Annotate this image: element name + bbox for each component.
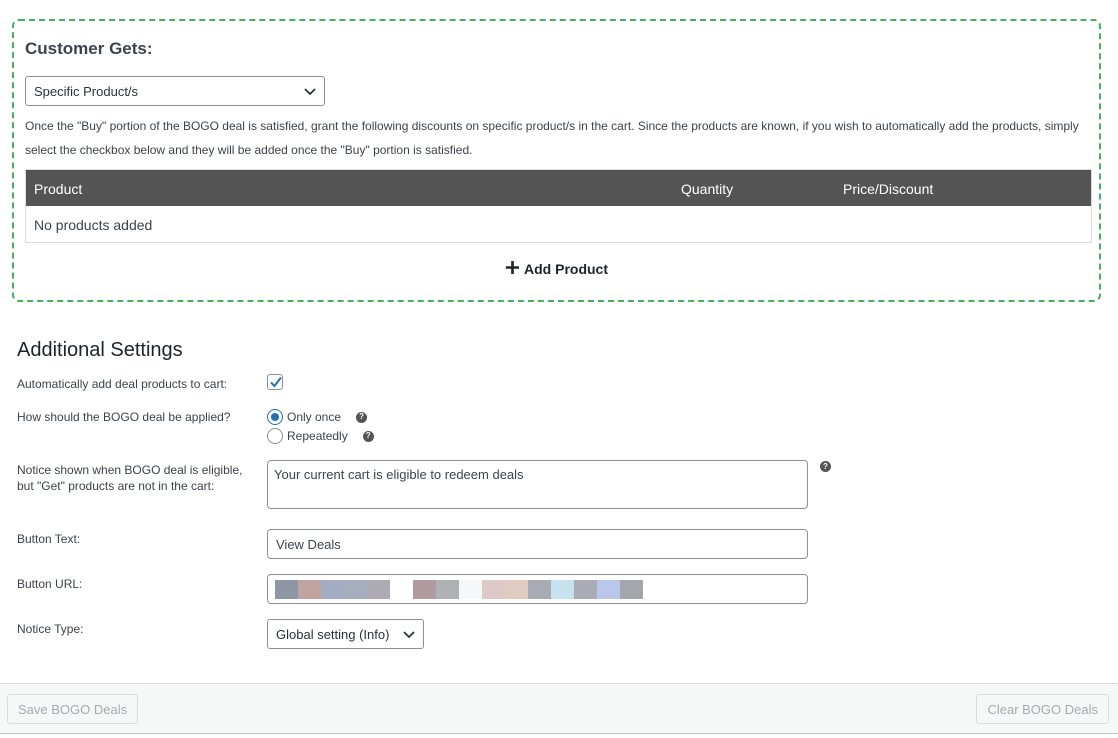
redacted-pixel-block (528, 579, 551, 599)
only-once-radio[interactable] (267, 409, 283, 425)
notice-type-value: Global setting (Info) (276, 626, 390, 642)
redacted-pixel-block (390, 579, 413, 599)
save-bogo-deals-button[interactable]: Save BOGO Deals (7, 694, 139, 724)
question-circle-icon[interactable]: ? (356, 411, 368, 423)
auto-add-checkbox[interactable] (267, 374, 283, 390)
redacted-url-value (275, 579, 643, 599)
notice-textarea[interactable]: Your current cart is eligible to redeem … (267, 460, 808, 509)
question-circle-icon[interactable]: ? (820, 461, 831, 472)
redacted-pixel-block (298, 579, 321, 599)
redacted-pixel-block (321, 579, 344, 599)
only-once-label: Only once (287, 410, 342, 424)
customer-gets-panel: Customer Gets: Specific Product/s Once t… (12, 19, 1101, 302)
redacted-pixel-block (413, 579, 436, 599)
redacted-pixel-block (551, 579, 574, 599)
footer-bar: Save BOGO Deals Clear BOGO Deals (0, 683, 1118, 734)
redacted-pixel-block (436, 579, 459, 599)
button-url-label: Button URL: (17, 577, 83, 591)
customer-gets-description: Once the "Buy" portion of the BOGO deal … (25, 119, 1079, 157)
chevron-down-icon (403, 627, 415, 642)
repeatedly-label: Repeatedly (287, 429, 348, 443)
products-empty-row: No products added (34, 217, 153, 233)
redacted-pixel-block (482, 579, 505, 599)
clear-bogo-deals-button[interactable]: Clear BOGO Deals (976, 694, 1109, 724)
redacted-pixel-block (620, 579, 643, 599)
customer-gets-type-value: Specific Product/s (34, 83, 139, 99)
add-product-button[interactable]: Add Product (506, 260, 608, 278)
redacted-pixel-block (574, 579, 597, 599)
button-text-label: Button Text: (17, 532, 81, 546)
chevron-down-icon (304, 84, 316, 99)
button-text-input[interactable] (267, 529, 808, 559)
apply-mode-option-once[interactable]: Only once ? (267, 409, 368, 425)
redacted-pixel-block (344, 579, 367, 599)
column-header-quantity: Quantity (681, 181, 734, 197)
column-header-product: Product (34, 181, 83, 197)
redacted-pixel-block (459, 579, 482, 599)
notice-type-select[interactable]: Global setting (Info) (267, 619, 424, 649)
column-header-price-discount: Price/Discount (843, 181, 934, 197)
apply-mode-label: How should the BOGO deal be applied? (17, 410, 231, 424)
customer-gets-title: Customer Gets: (25, 39, 153, 58)
redacted-pixel-block (275, 579, 298, 599)
additional-settings-title: Additional Settings (17, 339, 183, 361)
question-circle-icon[interactable]: ? (362, 430, 374, 442)
redacted-pixel-block (505, 579, 528, 599)
repeatedly-radio[interactable] (267, 428, 283, 444)
apply-mode-option-repeat[interactable]: Repeatedly ? (267, 428, 374, 444)
add-product-label: Add Product (524, 261, 608, 277)
checkmark-icon (270, 376, 282, 388)
products-table-header: Product Quantity Price/Discount (26, 170, 1091, 206)
button-url-input[interactable] (267, 574, 808, 604)
notice-label: Notice shown when BOGO deal is eligible,… (17, 463, 243, 493)
customer-gets-type-select[interactable]: Specific Product/s (25, 76, 325, 106)
redacted-pixel-block (367, 579, 390, 599)
redacted-pixel-block (597, 579, 620, 599)
products-table: Product Quantity Price/Discount No produ… (25, 169, 1092, 243)
plus-icon (506, 258, 519, 278)
auto-add-label: Automatically add deal products to cart: (17, 377, 228, 391)
notice-type-label: Notice Type: (17, 622, 84, 636)
